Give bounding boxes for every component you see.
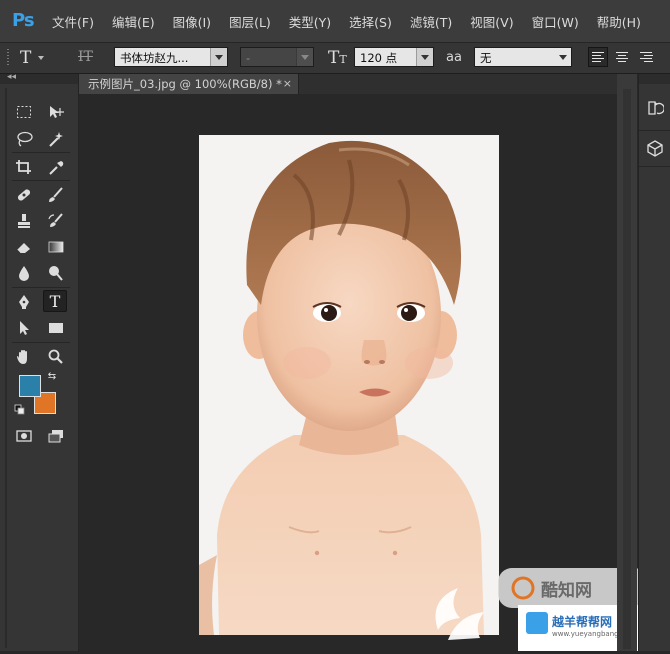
eyedropper-icon[interactable] xyxy=(44,156,68,178)
history-brush-icon[interactable] xyxy=(44,210,68,232)
menu-bar: Ps 文件(F) 编辑(E) 图像(I) 图层(L) 类型(Y) 选择(S) 滤… xyxy=(0,0,670,43)
align-left-button[interactable] xyxy=(588,47,608,67)
menu-filter[interactable]: 滤镜(T) xyxy=(410,12,461,31)
eraser-tool-icon[interactable] xyxy=(12,236,36,258)
antialias-icon: aa xyxy=(446,50,462,65)
type-tool-icon: T xyxy=(20,48,32,68)
chevron-down-icon xyxy=(416,48,433,66)
font-size-value: 120 点 xyxy=(360,51,398,65)
screen-mode-icon[interactable] xyxy=(44,425,68,447)
chevron-down-icon xyxy=(296,48,313,66)
gradient-tool-icon[interactable] xyxy=(44,236,68,258)
menu-items: 文件(F) 编辑(E) 图像(I) 图层(L) 类型(Y) 选择(S) 滤镜(T… xyxy=(52,0,659,42)
document-tab[interactable]: 示例图片_03.jpg @ 100%(RGB/8) * × xyxy=(79,74,299,94)
align-center-button[interactable] xyxy=(612,47,632,67)
font-style-value: - xyxy=(246,51,251,65)
antialias-value: 无 xyxy=(480,51,492,65)
hand-tool-icon[interactable] xyxy=(12,346,36,368)
menu-select[interactable]: 选择(S) xyxy=(349,12,401,31)
menu-view[interactable]: 视图(V) xyxy=(470,12,522,31)
tool-preset-picker[interactable]: T xyxy=(20,47,64,69)
history-panel-icon[interactable] xyxy=(643,96,667,120)
move-tool-icon[interactable] xyxy=(44,101,68,123)
options-bar: T IT 书体坊赵九... - TT 120 点 aa 无 xyxy=(0,43,670,74)
tool-separator xyxy=(12,152,70,153)
quick-mask-icon[interactable] xyxy=(12,425,36,447)
dodge-tool-icon[interactable] xyxy=(44,262,68,284)
menu-image[interactable]: 图像(I) xyxy=(173,12,220,31)
zoom-tool-icon[interactable] xyxy=(44,346,68,368)
healing-brush-icon[interactable] xyxy=(12,184,36,206)
close-icon[interactable]: × xyxy=(283,74,292,94)
menu-window[interactable]: 窗口(W) xyxy=(532,12,588,31)
3d-panel-icon[interactable] xyxy=(643,136,667,160)
lasso-tool-icon[interactable] xyxy=(12,128,36,150)
brush-tool-icon[interactable] xyxy=(44,184,68,206)
watermark-text-2: 越羊帮帮网 xyxy=(552,615,613,629)
rectangle-tool-icon[interactable] xyxy=(44,317,68,339)
default-colors-icon[interactable] xyxy=(14,404,26,416)
swap-colors-icon[interactable]: ⇆ xyxy=(44,370,60,382)
vertical-scrollbar[interactable] xyxy=(617,74,637,651)
clone-stamp-icon[interactable] xyxy=(12,210,36,232)
font-family-select[interactable]: 书体坊赵九... xyxy=(114,47,228,67)
font-family-value: 书体坊赵九... xyxy=(120,51,189,65)
tool-separator xyxy=(12,180,70,181)
pen-tool-icon[interactable] xyxy=(12,291,36,313)
document-tab-bar: 示例图片_03.jpg @ 100%(RGB/8) * × xyxy=(79,74,617,94)
font-style-select[interactable]: - xyxy=(240,47,314,67)
text-orientation-icon[interactable]: IT xyxy=(78,49,96,67)
font-size-select[interactable]: 120 点 xyxy=(354,47,434,67)
tools-grip xyxy=(5,88,7,648)
menu-edit[interactable]: 编辑(E) xyxy=(112,12,164,31)
document-tab-title: 示例图片_03.jpg @ 100%(RGB/8) * xyxy=(88,77,282,91)
dock-separator xyxy=(639,130,670,131)
crop-tool-icon[interactable] xyxy=(12,156,36,178)
scrollbar-thumb[interactable] xyxy=(623,89,631,649)
tool-separator xyxy=(12,342,70,343)
path-selection-icon[interactable] xyxy=(12,317,36,339)
watermark-text-1: 酷知网 xyxy=(541,581,592,601)
menu-type[interactable]: 类型(Y) xyxy=(289,12,340,31)
foreground-color-swatch[interactable] xyxy=(19,375,41,397)
marquee-tool-icon[interactable] xyxy=(12,101,36,123)
right-dock xyxy=(638,74,670,651)
blur-tool-icon[interactable] xyxy=(12,262,36,284)
type-tool-icon[interactable]: T xyxy=(43,290,67,312)
magic-wand-icon[interactable] xyxy=(44,128,68,150)
collapse-icon[interactable]: ◂◂ xyxy=(7,72,16,82)
app-logo: Ps xyxy=(12,10,35,31)
chevron-down-icon xyxy=(210,48,227,66)
menu-layer[interactable]: 图层(L) xyxy=(229,12,280,31)
chevron-down-icon xyxy=(38,56,45,60)
dock-separator xyxy=(639,166,670,167)
align-right-button[interactable] xyxy=(636,47,656,67)
menu-file[interactable]: 文件(F) xyxy=(52,12,103,31)
tools-panel: ◂◂ T ⇆ xyxy=(0,72,79,651)
tool-separator xyxy=(12,287,70,288)
antialias-select[interactable]: 无 xyxy=(474,47,572,67)
tools-panel-header[interactable]: ◂◂ xyxy=(0,72,78,84)
font-size-icon: TT xyxy=(328,48,347,68)
updown-arrow-icon xyxy=(555,48,571,66)
menu-help[interactable]: 帮助(H) xyxy=(597,12,650,31)
dock-header[interactable] xyxy=(639,74,670,84)
options-grip[interactable] xyxy=(7,49,9,67)
